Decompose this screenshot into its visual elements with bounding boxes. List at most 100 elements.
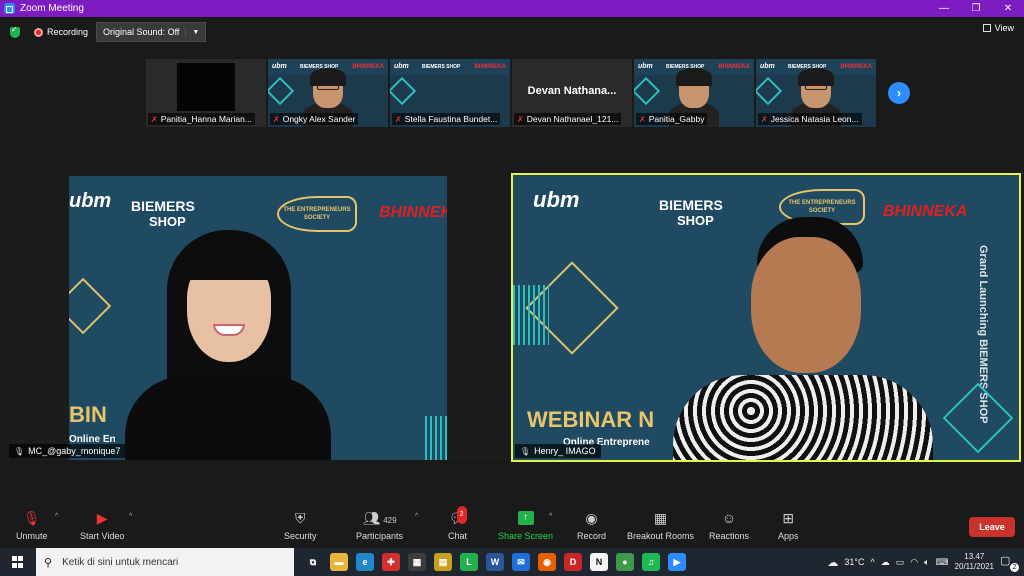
store-app-icon[interactable]: ▦ (408, 553, 426, 571)
search-placeholder: Ketik di sini untuk mencari (62, 556, 179, 568)
society-logo: THE ENTREPRENEURS SOCIETY (277, 196, 357, 232)
diamond-graphic (390, 76, 417, 106)
bhinneka-logo: BHINNEKA (840, 64, 872, 70)
chrome-app-icon[interactable]: ● (616, 553, 634, 571)
video-off-icon: ▶ (96, 510, 108, 526)
notes-app-icon[interactable]: ▤ (434, 553, 452, 571)
shield-icon: ⛨ (295, 510, 306, 526)
close-button[interactable]: ✕ (992, 0, 1024, 17)
firefox-app-icon[interactable]: ◉ (538, 553, 556, 571)
participant-name-label: ✗ Panitia_Gabby (636, 113, 708, 125)
participant-tile[interactable]: ubm BIEMERS SHOP BHINNEKA ✗ Stella Faust… (390, 59, 510, 127)
speaker-name: Henry_ IMAGO (534, 446, 596, 456)
breakout-rooms-button[interactable]: ▦ Breakout Rooms (627, 509, 694, 541)
participant-tile[interactable]: ubm BIEMERS SHOP BHINNEKA ✗ Panitia_Gabb… (634, 59, 754, 127)
task-view-app-icon[interactable]: ⧉ (304, 553, 322, 571)
reactions-icon: ☺ (721, 510, 737, 526)
original-sound-button[interactable]: Original Sound: Off ▼ (96, 22, 207, 42)
language-icon[interactable]: ⌨ (936, 557, 949, 568)
taskbar-search-box[interactable]: ⚲ Ketik di sini untuk mencari (36, 548, 294, 576)
next-page-arrow-icon[interactable]: › (888, 82, 910, 104)
maximize-button[interactable]: ❐ (960, 0, 992, 17)
taskbar-app-icons: ⧉ ▬ e ✚ ▦ ▤ L W ✉ ◉ D N ● ♫ ▶ (304, 553, 686, 571)
word-app-icon[interactable]: W (486, 553, 504, 571)
participant-name: Jessica Natasia Leon... (770, 114, 859, 124)
mail-app-icon[interactable]: ✉ (512, 553, 530, 571)
security-button[interactable]: ⛨ Security (284, 509, 317, 541)
participant-name: Panitia_Hanna Marian... (160, 114, 252, 124)
ubm-logo: ubm (638, 63, 653, 70)
chevron-down-icon[interactable]: ▼ (185, 28, 199, 36)
notion-app-icon[interactable]: N (590, 553, 608, 571)
participants-label: Participants (356, 531, 404, 541)
participant-tile[interactable]: ubm BIEMERS SHOP BHINNEKA ✗ Ongky Alex S… (268, 59, 388, 127)
bhinneka-logo: BHINNEKA (352, 64, 384, 70)
apps-button[interactable]: ⊞ Apps (778, 509, 799, 541)
gift-app-icon[interactable]: ✚ (382, 553, 400, 571)
chat-icon: 💬︎2 (449, 506, 467, 527)
chevron-up-icon[interactable]: ^ (549, 513, 552, 520)
zoom-app-icon[interactable]: ▶ (668, 553, 686, 571)
ubm-logo: ubm (394, 63, 409, 70)
stripes-graphic (513, 285, 549, 345)
glasses-graphic (317, 85, 339, 90)
edge-app-icon[interactable]: e (356, 553, 374, 571)
leave-button[interactable]: Leave (969, 517, 1015, 537)
window-title: Zoom Meeting (20, 3, 84, 14)
view-label: View (994, 23, 1014, 33)
muted-mic-icon: ✗ (761, 114, 768, 124)
reactions-label: Reactions (709, 531, 750, 541)
taskbar-clock[interactable]: 13.47 20/11/2021 (955, 552, 994, 572)
stripes-graphic (425, 416, 447, 460)
bhinneka-logo: BHINNEKA (883, 203, 968, 220)
reactions-button[interactable]: ☺ Reactions (709, 509, 749, 541)
ubm-logo: ubm (533, 187, 580, 212)
diamond-graphic (942, 382, 1014, 454)
diamond-graphic (634, 76, 661, 106)
participant-face (798, 68, 834, 108)
participant-tile[interactable]: Devan Nathana... ✗ Devan Nathanael_121..… (512, 59, 632, 127)
speaker-tile-right[interactable]: ubm BIEMERS SHOP THE ENTREPRENEURS SOCIE… (511, 173, 1021, 462)
file-explorer-app-icon[interactable]: ▬ (330, 553, 348, 571)
battery-icon[interactable]: ▭ (896, 557, 905, 568)
chevron-up-icon[interactable]: ^ (415, 513, 418, 520)
share-screen-button[interactable]: ↑ Share Screen (498, 509, 553, 541)
encryption-shield-icon[interactable] (10, 25, 20, 38)
biemers-logo-top: BIEMERS (659, 197, 723, 213)
participants-button[interactable]: 👥︎ 429 Participants (356, 509, 403, 541)
start-video-button[interactable]: ▶ Start Video (80, 509, 124, 541)
participant-display-name: Devan Nathana... (527, 85, 617, 97)
ubm-logo: ubm (760, 63, 775, 70)
muted-mic-icon: ✗ (395, 114, 402, 124)
chat-button[interactable]: 💬︎2 Chat (448, 506, 468, 541)
participant-tile[interactable]: ✗ Panitia_Hanna Marian... (146, 59, 266, 127)
line-app-icon[interactable]: L (460, 553, 478, 571)
dev-cpp-app-icon[interactable]: D (564, 553, 582, 571)
minimize-button[interactable]: — (928, 0, 960, 17)
notification-center-icon[interactable]: ▢ 2 (1000, 554, 1019, 572)
speaker-tile-left[interactable]: ubm BIEMERS SHOP THE ENTREPRENEURS SOCIE… (7, 176, 508, 460)
speaker-name-label: 🎙︎ Henry_ IMAGO (515, 444, 601, 458)
mic-icon: 🎙︎ (520, 446, 531, 456)
view-button[interactable]: View (982, 23, 1014, 33)
chevron-up-icon[interactable]: ^ (55, 513, 58, 520)
diamond-graphic (756, 76, 783, 106)
participants-count: 429 (383, 516, 397, 525)
start-button[interactable] (0, 548, 36, 576)
unmute-button[interactable]: 🎙︎ Unmute (16, 509, 48, 541)
diamond-graphic (69, 277, 112, 335)
record-button[interactable]: ◉ Record (577, 509, 606, 541)
temperature-label[interactable]: 31°C (844, 557, 864, 567)
chevron-up-icon[interactable]: ^ (129, 513, 132, 520)
volume-icon[interactable]: 🔈︎ (924, 557, 929, 568)
recording-indicator[interactable]: Recording (34, 27, 88, 37)
speaker-shirt (673, 375, 933, 460)
webinar-title: WEBINAR N (527, 407, 655, 432)
chat-label: Chat (448, 531, 468, 541)
network-icon[interactable]: ◠ (910, 557, 918, 568)
cloud-icon[interactable]: ☁ (881, 557, 890, 568)
spotify-app-icon[interactable]: ♫ (642, 553, 660, 571)
chevron-up-icon[interactable]: ^ (871, 557, 875, 567)
participant-tile[interactable]: ubm BIEMERS SHOP BHINNEKA ✗ Jessica Nata… (756, 59, 876, 127)
mic-icon: 🎙︎ (14, 446, 25, 456)
